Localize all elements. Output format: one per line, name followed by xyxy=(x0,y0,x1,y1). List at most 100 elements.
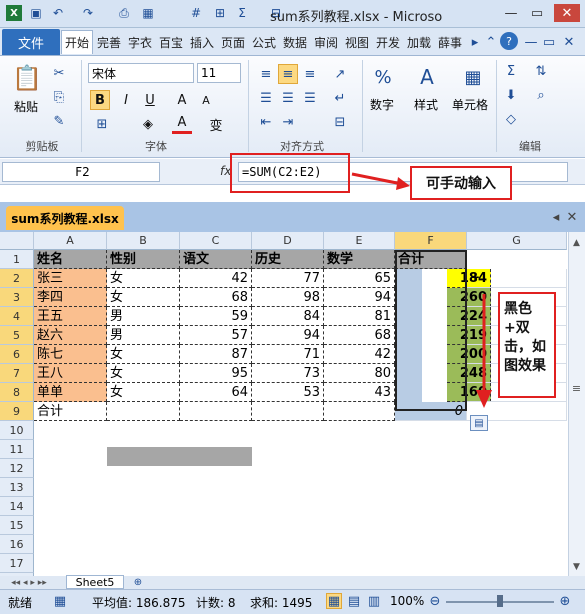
underline-icon[interactable]: U xyxy=(140,90,160,110)
cell-A7[interactable]: 王八 xyxy=(34,364,107,383)
cells-icon[interactable]: ▦ xyxy=(458,62,488,92)
scroll-up-icon[interactable]: ▲ xyxy=(570,236,583,250)
align-right-icon[interactable]: ☰ xyxy=(300,88,320,108)
fill-color-icon[interactable]: ◈ xyxy=(138,114,158,134)
cell-C4[interactable]: 59 xyxy=(180,307,252,326)
cell-D4[interactable]: 84 xyxy=(252,307,324,326)
font-color-icon[interactable]: A xyxy=(172,114,192,134)
cell-E5[interactable]: 68 xyxy=(324,326,395,345)
font-name-select[interactable]: 宋体 xyxy=(88,63,194,83)
cell-C1[interactable]: 语文 xyxy=(180,250,252,269)
bold-icon[interactable]: B xyxy=(90,90,110,110)
help-icon[interactable]: ? xyxy=(500,32,518,50)
tab-formula[interactable]: 公式 xyxy=(249,30,279,54)
autosum-icon[interactable]: Σ xyxy=(502,62,520,80)
percent-icon[interactable]: % xyxy=(368,62,398,92)
tab-view[interactable]: 视图 xyxy=(342,30,372,54)
cell-E6[interactable]: 42 xyxy=(324,345,395,364)
save-icon[interactable]: ▣ xyxy=(28,5,44,21)
page-layout-icon[interactable]: ▤ xyxy=(346,593,362,609)
cells-label[interactable]: 单元格 xyxy=(452,96,488,113)
align-middle-icon[interactable]: ≡ xyxy=(278,64,298,84)
row-header-17[interactable]: 17 xyxy=(0,554,34,573)
cell-C8[interactable]: 64 xyxy=(180,383,252,402)
tab-scroll-right-icon[interactable]: ▸ xyxy=(468,33,482,51)
tab-baibao[interactable]: 百宝 xyxy=(156,30,186,54)
tab-file[interactable]: 文件 xyxy=(2,29,60,55)
sheet-tab[interactable]: Sheet5 xyxy=(66,575,124,589)
page-break-icon[interactable]: ▥ xyxy=(366,593,382,609)
orientation-icon[interactable]: ↗ xyxy=(330,64,350,84)
cell-A8[interactable]: 单单 xyxy=(34,383,107,402)
cell-A9[interactable]: 合计 xyxy=(34,402,107,421)
column-header-F[interactable]: F xyxy=(395,232,467,250)
macro-record-icon[interactable]: ▦ xyxy=(52,593,68,609)
autofill-options-icon[interactable]: ▤ xyxy=(470,415,488,431)
sort-filter-icon[interactable]: ⇅ xyxy=(530,62,552,80)
tab-complete[interactable]: 完善 xyxy=(94,30,124,54)
cell-D6[interactable]: 71 xyxy=(252,345,324,364)
cell-A2[interactable]: 张三 xyxy=(34,269,107,288)
cell-D5[interactable]: 94 xyxy=(252,326,324,345)
cell-A4[interactable]: 王五 xyxy=(34,307,107,326)
cell-B3[interactable]: 女 xyxy=(107,288,180,307)
autosum-quick-icon[interactable]: Σ xyxy=(234,5,250,21)
sheet-nav-icon[interactable]: ◂◂ ◂ ▸ ▸▸ xyxy=(4,576,54,589)
zoom-slider-thumb[interactable] xyxy=(497,595,503,607)
cell-A3[interactable]: 李四 xyxy=(34,288,107,307)
name-box[interactable]: F2 xyxy=(2,162,160,182)
scroll-down-icon[interactable]: ▼ xyxy=(570,560,583,574)
row-header-11[interactable]: 11 xyxy=(0,440,34,459)
cell-D2[interactable]: 77 xyxy=(252,269,324,288)
cell-E4[interactable]: 81 xyxy=(324,307,395,326)
borders-icon[interactable]: ▦ xyxy=(140,5,156,21)
cell-B5[interactable]: 男 xyxy=(107,326,180,345)
cell-C7[interactable]: 95 xyxy=(180,364,252,383)
cell-C5[interactable]: 57 xyxy=(180,326,252,345)
align-bottom-icon[interactable]: ≡ xyxy=(300,64,320,84)
doc-tab-menu-icon[interactable]: ◂ xyxy=(550,210,562,225)
column-header-C[interactable]: C xyxy=(180,232,252,250)
maximize-button[interactable]: ▭ xyxy=(526,4,548,22)
row-header-15[interactable]: 15 xyxy=(0,516,34,535)
minimize-button[interactable]: — xyxy=(500,4,522,22)
tab-data[interactable]: 数据 xyxy=(280,30,310,54)
cell-A5[interactable]: 赵六 xyxy=(34,326,107,345)
zoom-in-icon[interactable]: ⊕ xyxy=(558,593,572,609)
cell-C6[interactable]: 87 xyxy=(180,345,252,364)
tab-xueshi[interactable]: 薛事 xyxy=(435,30,465,54)
row-header-13[interactable]: 13 xyxy=(0,478,34,497)
copy-icon[interactable]: ⎘ xyxy=(50,88,68,106)
row-header-5[interactable]: 5 xyxy=(0,326,34,345)
row-header-3[interactable]: 3 xyxy=(0,288,34,307)
tab-home[interactable]: 开始 xyxy=(61,30,93,54)
cell-D3[interactable]: 98 xyxy=(252,288,324,307)
cell-C2[interactable]: 42 xyxy=(180,269,252,288)
clear-icon[interactable]: ◇ xyxy=(502,110,520,128)
wrap-text-icon[interactable]: ↵ xyxy=(330,88,350,108)
phonetic-icon[interactable]: 变 xyxy=(206,114,226,134)
border-icon[interactable]: ⊞ xyxy=(90,114,114,134)
cell-D8[interactable]: 53 xyxy=(252,383,324,402)
cell-E3[interactable]: 94 xyxy=(324,288,395,307)
cell-B8[interactable]: 女 xyxy=(107,383,180,402)
row-header-10[interactable]: 10 xyxy=(0,421,34,440)
new-sheet-icon[interactable]: ⊕ xyxy=(128,575,148,589)
cell-B4[interactable]: 男 xyxy=(107,307,180,326)
vertical-scrollbar[interactable] xyxy=(568,232,585,578)
tab-review[interactable]: 审阅 xyxy=(311,30,341,54)
select-all-corner[interactable] xyxy=(0,232,34,250)
align-center-icon[interactable]: ☰ xyxy=(278,88,298,108)
cell-A1[interactable]: 姓名 xyxy=(34,250,107,269)
decrease-indent-icon[interactable]: ⇤ xyxy=(256,112,276,132)
column-header-D[interactable]: D xyxy=(252,232,324,250)
row-header-8[interactable]: 8 xyxy=(0,383,34,402)
cell-B7[interactable]: 女 xyxy=(107,364,180,383)
italic-icon[interactable]: I xyxy=(116,90,136,110)
paste-icon[interactable]: 📋 xyxy=(12,62,42,94)
cut-icon[interactable]: ✂ xyxy=(50,64,68,82)
print-preview-icon[interactable]: ⎙ xyxy=(116,5,132,21)
cell-E8[interactable]: 43 xyxy=(324,383,395,402)
format-painter-icon[interactable]: ✎ xyxy=(50,112,68,130)
tab-developer[interactable]: 开发 xyxy=(373,30,403,54)
